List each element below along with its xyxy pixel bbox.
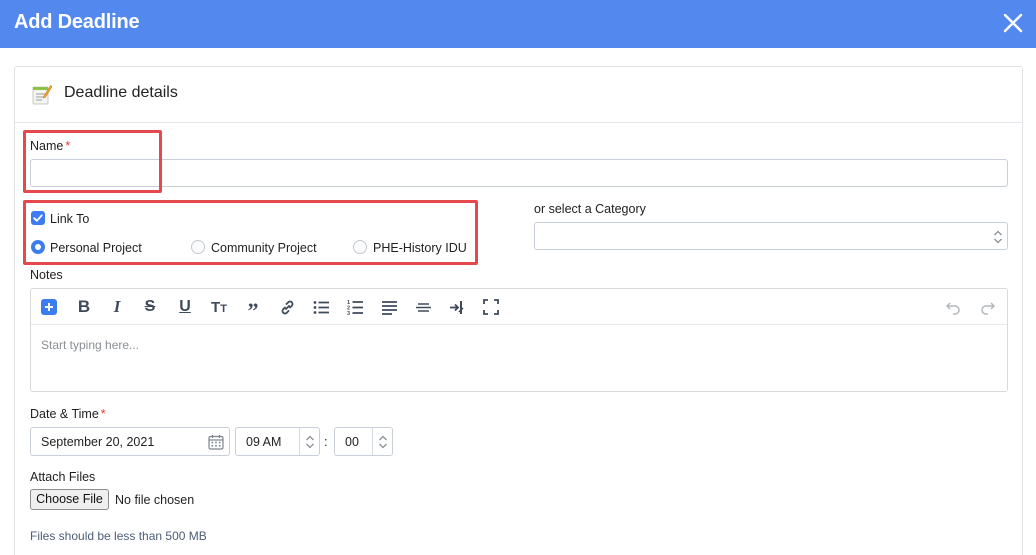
select-arrows-icon: [306, 435, 314, 449]
minute-value: 00: [345, 435, 359, 449]
category-select[interactable]: [534, 222, 1008, 250]
name-label: Name *: [30, 139, 70, 153]
link-icon[interactable]: [278, 298, 296, 316]
hour-value: 09 AM: [246, 435, 282, 449]
radio-phe-history-idu[interactable]: [353, 240, 367, 254]
date-value: September 20, 2021: [41, 435, 155, 449]
undo-icon[interactable]: [944, 298, 962, 316]
horizontal-rule-icon[interactable]: [414, 298, 432, 316]
italic-icon[interactable]: I: [108, 297, 126, 316]
date-time-label: Date & Time *: [30, 407, 106, 421]
notes-input[interactable]: Start typing here...: [41, 338, 139, 352]
divider: [299, 428, 300, 455]
date-input[interactable]: September 20, 2021: [30, 427, 230, 456]
dialog-header: Add Deadline: [0, 0, 1036, 48]
name-label-text: Name: [30, 139, 64, 153]
notes-label: Notes: [30, 268, 63, 282]
link-to-checkbox[interactable]: [31, 211, 45, 225]
fullscreen-icon[interactable]: [482, 298, 500, 316]
file-status: No file chosen: [115, 493, 195, 507]
strikethrough-icon[interactable]: S: [141, 298, 159, 316]
editor-toolbar: B I S U TT ” 123: [31, 289, 1007, 325]
divider: [372, 428, 373, 455]
notes-editor: B I S U TT ” 123 Start typing here...: [30, 288, 1008, 392]
indent-icon[interactable]: [448, 298, 466, 316]
dialog-title: Add Deadline: [14, 11, 140, 33]
link-to-label: Link To: [50, 212, 90, 226]
bullet-list-icon[interactable]: [312, 298, 330, 316]
bold-icon[interactable]: B: [75, 297, 93, 316]
align-icon[interactable]: [380, 298, 398, 316]
radio-personal-project[interactable]: [31, 240, 45, 254]
minute-select[interactable]: 00: [334, 427, 393, 456]
text-size-icon[interactable]: TT: [210, 298, 228, 316]
radio-personal-project-label: Personal Project: [50, 241, 142, 255]
attach-files-label: Attach Files: [30, 470, 96, 484]
select-arrows-icon: [994, 230, 1002, 244]
radio-phe-history-idu-label: PHE-History IDU: [373, 241, 467, 255]
required-mark: *: [100, 407, 106, 421]
redo-icon[interactable]: [979, 298, 997, 316]
underline-icon[interactable]: U: [176, 298, 194, 316]
date-time-label-text: Date & Time: [30, 407, 99, 421]
card-header: Deadline details: [15, 67, 1022, 123]
calendar-icon[interactable]: [208, 434, 224, 450]
memo-icon: [32, 85, 52, 105]
close-icon[interactable]: [1002, 12, 1024, 34]
required-mark: *: [65, 139, 71, 153]
numbered-list-icon[interactable]: 123: [346, 298, 364, 316]
category-label: or select a Category: [534, 202, 646, 216]
check-icon: [33, 214, 43, 222]
svg-text:3: 3: [347, 311, 350, 315]
radio-community-project-label: Community Project: [211, 241, 317, 255]
hour-select[interactable]: 09 AM: [235, 427, 320, 456]
card-title: Deadline details: [64, 84, 178, 101]
select-arrows-icon: [379, 435, 387, 449]
plus-icon[interactable]: [40, 298, 58, 316]
name-input[interactable]: [30, 159, 1008, 187]
radio-community-project[interactable]: [191, 240, 205, 254]
choose-file-button[interactable]: Choose File: [30, 489, 109, 510]
quote-icon[interactable]: ”: [244, 298, 262, 322]
time-separator: :: [324, 434, 328, 449]
file-size-hint: Files should be less than 500 MB: [30, 529, 207, 543]
